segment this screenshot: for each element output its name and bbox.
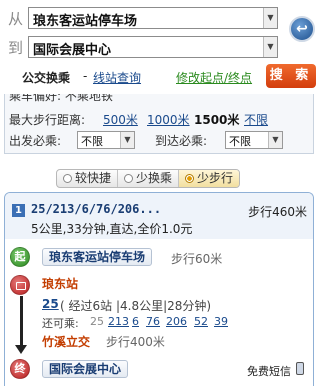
tab-separator: - [83,69,88,83]
chevron-down-icon: ▼ [120,132,134,148]
start-walk-note: 步行60米 [171,252,223,266]
max-walk-label: 最大步行距离: [9,113,86,127]
alt-line-206[interactable]: 206 [166,315,187,328]
arrive-must-label: 到达必乘: [155,134,208,148]
arrive-must-value: 不限 [229,135,251,148]
from-value: 琅东客运站停车场 [33,14,138,29]
route-result-panel: 1 25/213/6/76/206... 步行460米 5公里,33分钟,直达,… [4,192,314,386]
chevron-down-icon[interactable]: ▼ [263,8,277,28]
route-arrow-line [20,296,23,346]
to-value: 国际会展中心 [33,43,112,58]
depart-must-value: 不限 [81,135,103,148]
sort-fastest[interactable]: 较快捷 [57,170,119,187]
start-icon: 起 [10,247,30,267]
line-detail-text: ( 经过6站 |4.8公里|28分钟) [60,299,212,313]
alt-line-52[interactable]: 52 [194,315,208,328]
alt-line-76[interactable]: 76 [146,315,160,328]
sort-segmented-control: 较快捷 少换乘 少步行 [56,169,241,188]
tab-transit[interactable]: 公交换乘 [22,69,70,86]
alt-line-39[interactable]: 39 [214,315,228,328]
route-index-badge: 1 [12,204,25,217]
route-walk-total: 步行460米 [248,205,307,219]
route-summary: 5公里,33分钟,直达,全价1.0元 [31,222,193,236]
route-header[interactable]: 1 25/213/6/76/206... 步行460米 5公里,33分钟,直达,… [5,193,313,239]
preference-row: 乘车偏好: 不乘地铁 [9,94,113,104]
search-button[interactable]: 搜 索 [266,64,316,88]
sort-less-walking[interactable]: 少步行 [179,170,240,187]
radio-selected-icon [185,174,195,183]
alt-line-213[interactable]: 213 [108,315,129,328]
phone-icon[interactable] [296,362,304,375]
sort-less-walking-label: 少步行 [197,171,234,185]
end-stop-tag[interactable]: 国际会展中心 [42,360,129,378]
sort-fewer-transfers[interactable]: 少换乘 [118,170,180,187]
radio-icon [124,174,134,183]
to-input[interactable]: 国际会展中心 ▼ [28,36,278,58]
walk-option-1500[interactable]: 1500米 [194,111,239,128]
edit-endpoints-link[interactable]: 修改起点/终点 [176,69,252,86]
alight-station: 竹溪立交 [42,335,91,349]
from-label: 从 [8,10,24,28]
route-title: 25/213/6/76/206... [31,202,162,216]
chevron-down-icon: ▼ [268,132,282,148]
alt-line-6[interactable]: 6 [132,315,139,328]
end-icon: 终 [10,359,30,379]
arrow-down-icon [15,345,27,354]
alt-label: 还可乘: [42,317,79,330]
sort-fewer-transfers-label: 少换乘 [136,171,173,185]
walk-option-500[interactable]: 500米 [103,111,138,128]
options-panel: 乘车偏好: 不乘地铁 最大步行距离: 500米 1000米 1500米 不限 出… [4,94,314,154]
to-label: 到 [8,39,24,57]
bus-icon [10,275,30,295]
line-link[interactable]: 25 [42,297,59,311]
radio-icon [63,174,72,183]
board-station: 琅东站 [42,277,79,291]
mode-tabs: 公交换乘 - 线站查询 修改起点/终点 搜 索 [0,64,318,90]
preference-text: 乘车偏好: 不乘地铁 [9,94,113,103]
start-stop-tag[interactable]: 琅东客运站停车场 [42,248,153,266]
depart-must-label: 出发必乘: [9,134,62,148]
walk-option-unlimited[interactable]: 不限 [244,111,268,128]
alt-first-line: 25 [90,315,104,328]
from-input[interactable]: 琅东客运站停车场 ▼ [28,7,278,29]
tab-line-station[interactable]: 线站查询 [93,69,141,86]
swap-direction-icon[interactable]: ↩ [289,16,315,42]
chevron-down-icon[interactable]: ▼ [263,37,277,57]
route-search-form: 从 琅东客运站停车场 ▼ 到 国际会展中心 ▼ ↩ 公交换乘 - 线站查询 修改… [0,0,318,94]
sort-fastest-label: 较快捷 [75,171,112,185]
line-detail: ( 经过6站 |4.8公里|28分钟) [60,297,211,314]
alight-walk-note: 步行400米 [106,335,165,349]
free-sms-link[interactable]: 免费短信 [247,363,291,379]
walk-option-1000[interactable]: 1000米 [147,111,190,128]
arrive-must-select[interactable]: 不限 ▼ [225,131,283,149]
depart-must-select[interactable]: 不限 ▼ [77,131,135,149]
